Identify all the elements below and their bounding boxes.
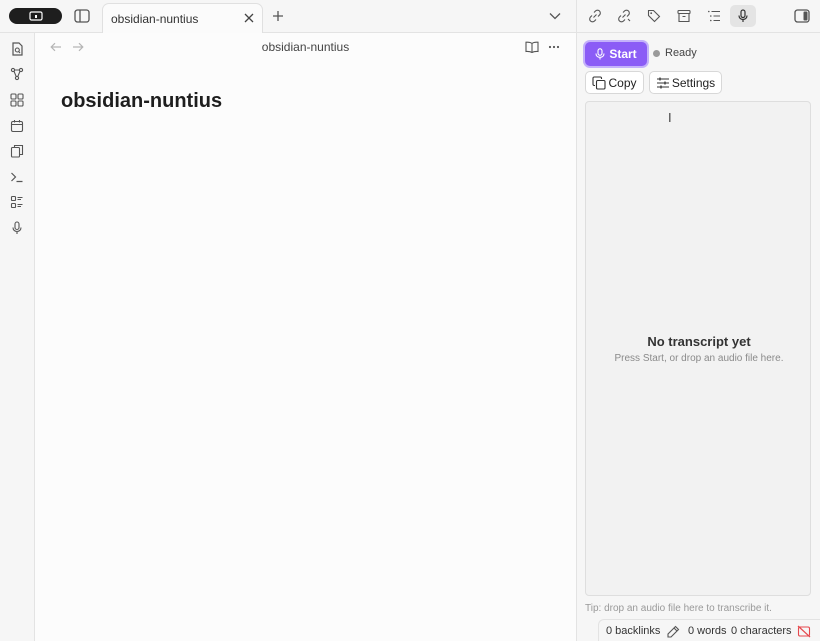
status-indicator-dot	[653, 50, 660, 57]
backlinks-icon[interactable]	[586, 7, 604, 25]
text-cursor-icon: I	[668, 110, 672, 125]
start-button-label: Start	[609, 47, 637, 61]
note-heading[interactable]: obsidian-nuntius	[61, 90, 222, 113]
tags-icon[interactable]	[645, 7, 663, 25]
terminal-icon[interactable]	[9, 169, 25, 185]
start-recording-button[interactable]: Start	[585, 42, 647, 66]
open-quick-switcher-icon[interactable]	[9, 41, 25, 57]
drop-tip: Tip: drop an audio file here to transcri…	[585, 603, 772, 614]
status-bar: 0 backlinks 0 words 0 characters	[598, 619, 820, 641]
microphone-icon[interactable]	[9, 220, 25, 236]
empty-state-subtitle: Press Start, or drop an audio file here.	[614, 353, 784, 364]
templates-icon[interactable]	[9, 143, 25, 159]
tab-obsidian-nuntius[interactable]: obsidian-nuntius	[102, 3, 263, 33]
left-sidebar-toggle-icon[interactable]	[73, 8, 91, 24]
settings-button-label: Settings	[671, 75, 716, 90]
more-options-icon[interactable]	[546, 39, 562, 55]
graph-icon[interactable]	[9, 66, 25, 82]
tab-bar: obsidian-nuntius	[0, 0, 576, 33]
copy-button-label: Copy	[608, 75, 637, 90]
note-editor-pane: obsidian-nuntius obsidian-nuntius	[35, 33, 576, 641]
archive-icon[interactable]	[675, 7, 693, 25]
outgoing-links-icon[interactable]	[615, 7, 633, 25]
calendar-icon[interactable]	[9, 118, 25, 134]
vault-switcher[interactable]	[9, 8, 62, 24]
new-tab-icon[interactable]	[270, 8, 286, 24]
backlinks-count[interactable]: 0 backlinks	[606, 625, 660, 637]
sync-disabled-icon[interactable]	[797, 624, 811, 638]
right-sidebar-tab-header	[577, 0, 820, 33]
copy-button[interactable]: Copy	[585, 71, 644, 94]
status-text: Ready	[665, 47, 697, 59]
close-icon[interactable]	[242, 11, 256, 25]
settings-button[interactable]: Settings	[649, 71, 722, 94]
view-header-title[interactable]: obsidian-nuntius	[35, 40, 576, 54]
microphone-icon[interactable]	[730, 5, 756, 27]
tab-label: obsidian-nuntius	[111, 12, 199, 26]
copy-icon	[592, 75, 607, 90]
word-count: 0 words	[688, 625, 727, 637]
microphone-icon	[595, 48, 605, 60]
vault-icon	[28, 11, 43, 21]
canvas-icon[interactable]	[9, 92, 25, 108]
command-list-icon[interactable]	[9, 194, 25, 210]
book-open-icon[interactable]	[524, 39, 540, 55]
empty-state-title: No transcript yet	[647, 334, 751, 349]
right-sidebar: Start Ready Copy Settings I No transcrip…	[577, 0, 820, 641]
obsidian-window: obsidian-nuntius obsidian-nuntius obsidi…	[0, 0, 820, 641]
outline-icon[interactable]	[705, 7, 723, 25]
transcript-drop-area[interactable]: I No transcript yet Press Start, or drop…	[585, 101, 811, 596]
pencil-icon[interactable]	[666, 624, 680, 638]
left-ribbon	[0, 33, 35, 641]
chevron-down-icon[interactable]	[547, 8, 563, 24]
sliders-icon	[656, 77, 669, 88]
character-count: 0 characters	[731, 625, 792, 637]
right-sidebar-toggle-icon[interactable]	[793, 8, 811, 24]
